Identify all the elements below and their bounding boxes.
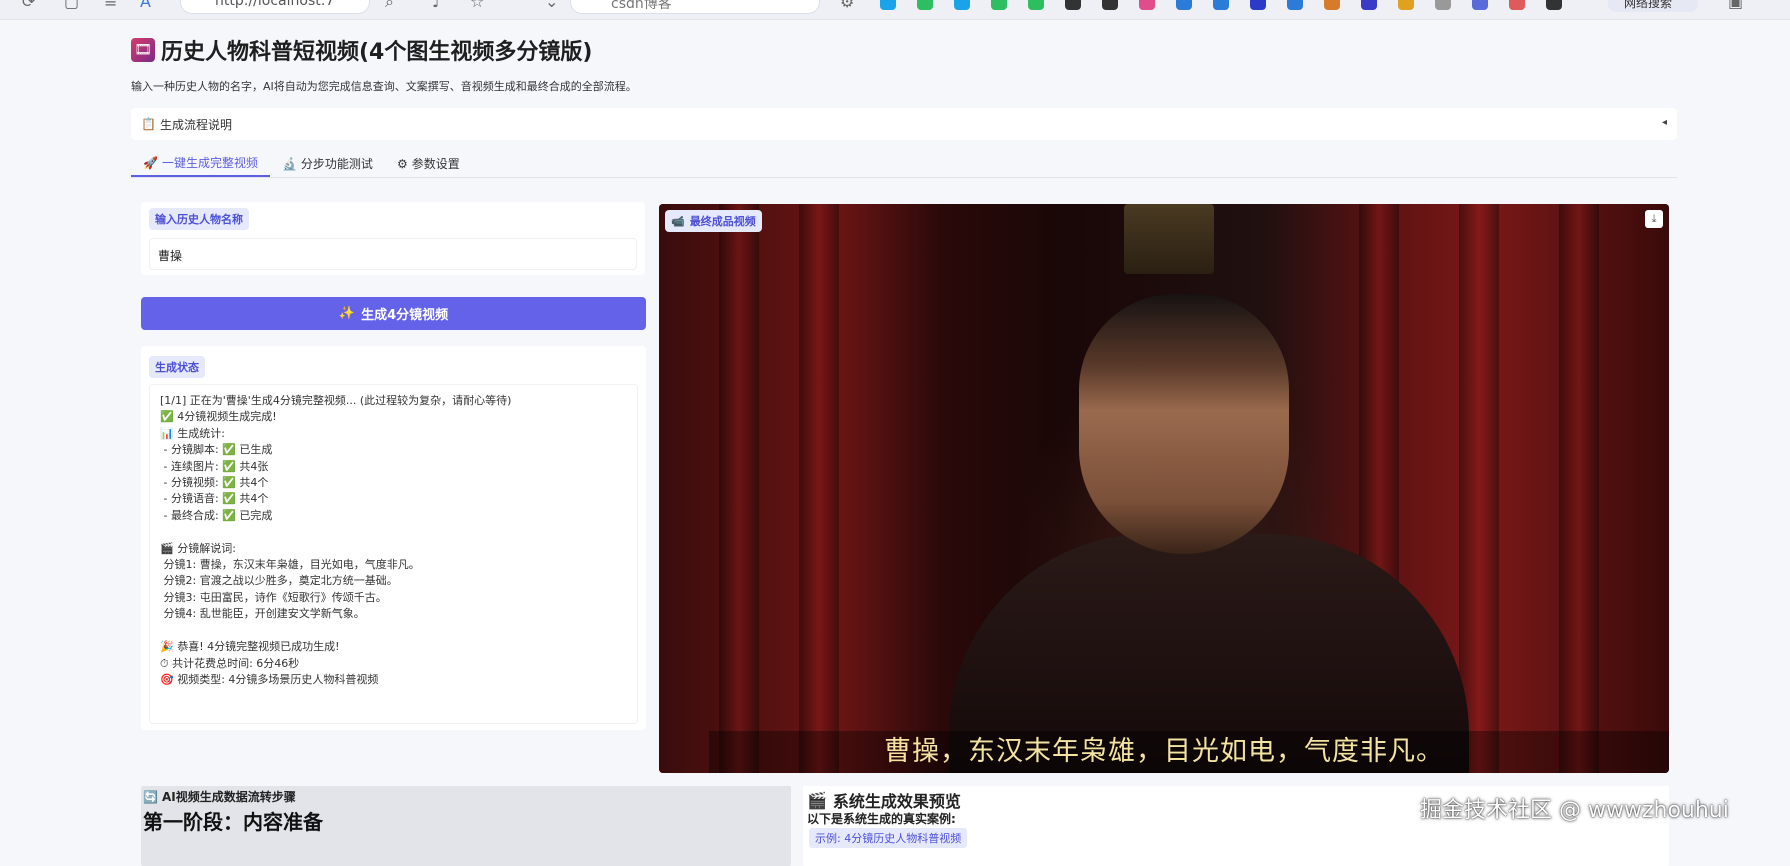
browser-toolbar: ⟳ ▢ ≡ A http://localhost:7 ⌕ ♪ ☆ ⌄ csdn博… — [0, 0, 1790, 20]
process-accordion[interactable]: 📋 生成流程说明 ◂ — [131, 108, 1677, 140]
figure-crown — [1124, 204, 1214, 274]
tab-label: 参数设置 — [411, 157, 460, 171]
page-description: 输入一种历史人物的名字，AI将自动为您完成信息查询、文案撰写、音视频生成和最终合… — [131, 80, 637, 93]
preview-title: 🎬 系统生成效果预览 — [807, 790, 961, 812]
main-tabs: 🚀 一键生成完整视频 🔬 分步功能测试 ⚙ 参数设置 — [131, 150, 1677, 178]
video-caption: 曹操，东汉末年枭雄，目光如电，气度非凡。 — [884, 736, 1444, 767]
clapper-icon: 🎬 — [807, 790, 827, 810]
extension-icon[interactable] — [1102, 0, 1118, 10]
tab-step-test[interactable]: 🔬 分步功能测试 — [270, 150, 385, 177]
extension-icon[interactable] — [1361, 0, 1377, 10]
gear-icon: ⚙ — [396, 156, 408, 171]
tab-label: 分步功能测试 — [300, 157, 373, 171]
extension-icon[interactable] — [1250, 0, 1266, 10]
extension-icon[interactable] — [1139, 0, 1155, 10]
extension-icon[interactable] — [1398, 0, 1414, 10]
extension-icon[interactable] — [1213, 0, 1229, 10]
accordion-label: 生成流程说明 — [159, 117, 232, 132]
extension-icon[interactable] — [991, 0, 1007, 10]
preview-subtitle: 以下是系统生成的真实案例: — [807, 812, 956, 826]
generate-button[interactable]: ✨ 生成4分镜视频 — [141, 297, 646, 330]
data-flow-panel: 🔄 AI视频生成数据流转步骤 第一阶段：内容准备 — [141, 786, 791, 866]
extension-icon[interactable] — [954, 0, 970, 10]
extension-icon[interactable] — [1324, 0, 1340, 10]
final-video-player[interactable]: 📹 最终成品视频 ⤓ 曹操，东汉末年枭雄，目光如电，气度非凡。 — [659, 204, 1669, 773]
status-label: 生成状态 — [149, 356, 205, 378]
name-input-card: 输入历史人物名称 曹操 — [141, 202, 645, 275]
data-flow-title: 🔄 AI视频生成数据流转步骤 — [143, 789, 296, 805]
zoom-icon[interactable]: ⌕ — [385, 0, 394, 12]
dropdown-icon[interactable]: ⌄ — [545, 0, 558, 11]
page-header: 🎞 历史人物科普短视频(4个图生视频多分镜版) — [131, 34, 592, 66]
video-label: 📹 最终成品视频 — [665, 210, 762, 232]
stage-heading: 第一阶段：内容准备 — [143, 810, 323, 834]
page-title: 历史人物科普短视频(4个图生视频多分镜版) — [161, 40, 593, 65]
star-icon[interactable]: ☆ — [470, 0, 484, 11]
refresh-icon: 🔄 — [143, 789, 158, 804]
sparkle-icon: ✨ — [338, 306, 356, 321]
extension-icon[interactable] — [1287, 0, 1303, 10]
caret-left-icon: ◂ — [1661, 117, 1667, 128]
tab-icon[interactable]: ▢ — [64, 0, 79, 11]
extension-icon[interactable] — [917, 0, 933, 10]
search-box[interactable]: csdn博客 — [570, 0, 820, 14]
extension-icon[interactable] — [1546, 0, 1562, 10]
tab-one-click-generate[interactable]: 🚀 一键生成完整视频 — [131, 150, 270, 177]
translate-icon[interactable]: A — [140, 0, 151, 11]
watermark: 掘金技术社区 @ wwwzhouhui — [1420, 798, 1729, 823]
mic-icon[interactable]: ♪ — [432, 0, 442, 11]
name-input-label: 输入历史人物名称 — [149, 208, 249, 230]
name-input[interactable]: 曹操 — [149, 238, 637, 270]
menu-icon[interactable]: ≡ — [104, 0, 117, 11]
extension-icon[interactable] — [880, 0, 896, 10]
generate-button-label: 生成4分镜视频 — [361, 308, 449, 323]
extension-icon[interactable] — [1065, 0, 1081, 10]
extensions-icon[interactable]: ⚙ — [840, 0, 854, 11]
extension-icon[interactable] — [1176, 0, 1192, 10]
extension-pill[interactable]: 网络搜索 — [1608, 0, 1698, 12]
example-badge[interactable]: 示例: 4分镜历史人物科普视频 — [809, 828, 968, 848]
reload-icon[interactable]: ⟳ — [22, 0, 35, 11]
profile-icon[interactable]: ▣ — [1728, 0, 1743, 11]
figure-head — [1079, 294, 1289, 554]
extension-icon[interactable] — [1028, 0, 1044, 10]
clipboard-icon: 📋 — [141, 117, 156, 131]
download-icon[interactable]: ⤓ — [1645, 210, 1663, 228]
tab-settings[interactable]: ⚙ 参数设置 — [385, 150, 472, 177]
tab-label: 一键生成完整视频 — [161, 156, 258, 170]
extension-icon[interactable] — [1435, 0, 1451, 10]
microscope-icon: 🔬 — [281, 156, 297, 171]
video-camera-icon: 📹 — [671, 214, 685, 228]
extension-icon[interactable] — [1509, 0, 1525, 10]
status-card: 生成状态 [1/1] 正在为'曹操'生成4分镜完整视频... (此过程较为复杂，… — [141, 346, 646, 730]
address-bar[interactable]: http://localhost:7 — [180, 0, 370, 14]
film-icon: 🎞 — [131, 38, 155, 62]
rocket-icon: 🚀 — [143, 155, 158, 170]
status-output[interactable]: [1/1] 正在为'曹操'生成4分镜完整视频... (此过程较为复杂，请耐心等待… — [149, 384, 638, 724]
extension-icon[interactable] — [1472, 0, 1488, 10]
